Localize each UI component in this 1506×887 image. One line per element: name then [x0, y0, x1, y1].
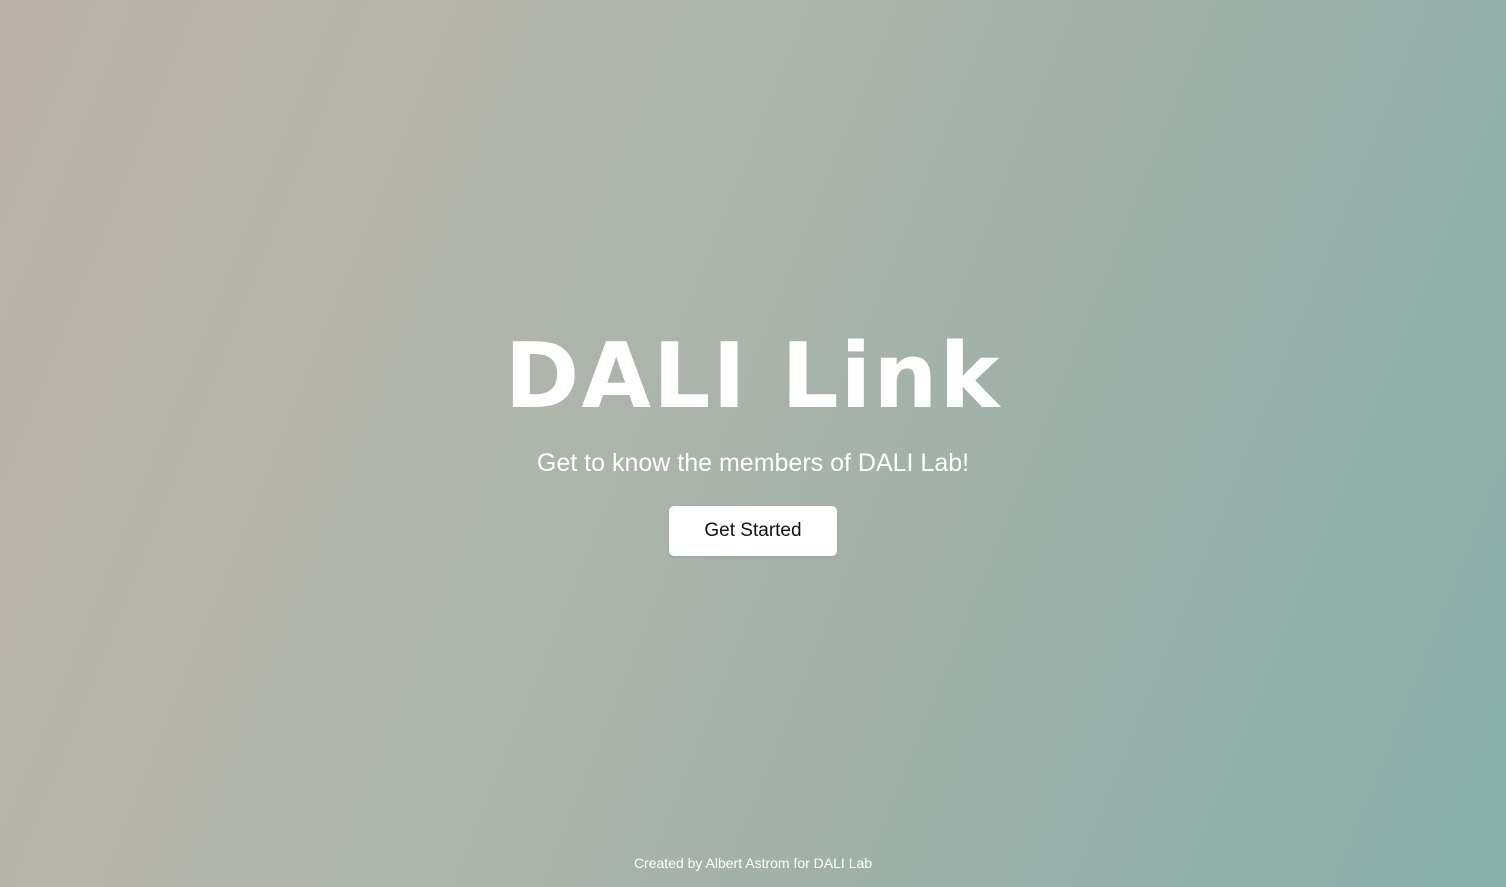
footer-credit: Created by Albert Astrom for DALI Lab — [633, 855, 873, 871]
hero-title: DALI Link — [504, 324, 1002, 429]
hero-section: DALI Link Get to know the members of DAL… — [0, 322, 1506, 556]
get-started-button[interactable]: Get Started — [669, 506, 837, 556]
hero-subtitle: Get to know the members of DALI Lab! — [536, 449, 970, 477]
